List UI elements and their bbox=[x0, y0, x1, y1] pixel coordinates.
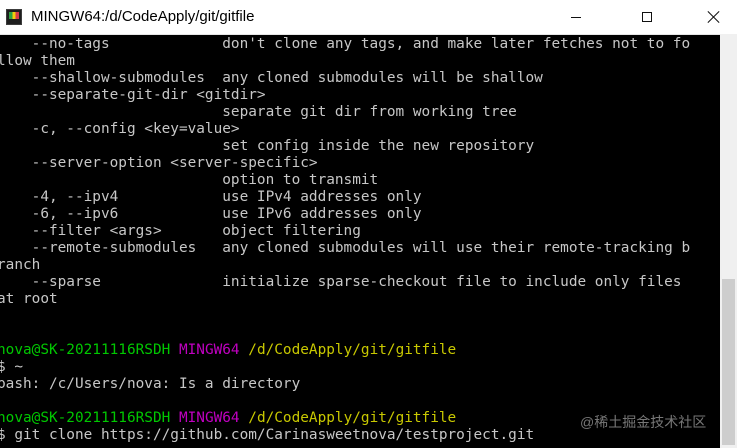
minimize-icon bbox=[571, 16, 581, 18]
prompt-path: /d/CodeApply/git/gitfile bbox=[248, 410, 457, 426]
terminal-line: option to transmit bbox=[0, 172, 379, 188]
vertical-scrollbar[interactable] bbox=[720, 34, 737, 448]
terminal-line: --shallow-submodules any cloned submodul… bbox=[0, 70, 543, 86]
close-icon bbox=[708, 11, 720, 23]
watermark: @稀土掘金技术社区 bbox=[580, 414, 707, 430]
close-button[interactable] bbox=[691, 0, 737, 34]
prompt-user-host: nova@SK-20211116RSDH bbox=[0, 342, 171, 358]
window-title: MINGW64:/d/CodeApply/git/gitfile bbox=[31, 8, 255, 25]
command-line: $ git clone https://github.com/Carinaswe… bbox=[0, 427, 535, 443]
terminal-line: separate git dir from working tree bbox=[0, 104, 517, 120]
terminal-line: --remote-submodules any cloned submodule… bbox=[0, 240, 691, 256]
terminal-output[interactable]: --no-tags don't clone any tags, and make… bbox=[0, 34, 720, 448]
prompt-line: nova@SK-20211116RSDH MINGW64 /d/CodeAppl… bbox=[0, 342, 456, 359]
error-output-line: bash: /c/Users/nova: Is a directory bbox=[0, 376, 301, 392]
terminal-line: llow them bbox=[0, 53, 75, 69]
prompt-system: MINGW64 bbox=[178, 410, 240, 426]
terminal-line: --separate-git-dir <gitdir> bbox=[0, 87, 266, 103]
terminal-line: -4, --ipv4 use IPv4 addresses only bbox=[0, 189, 422, 205]
terminal-line: --no-tags don't clone any tags, and make… bbox=[0, 36, 691, 52]
prompt-user-host: nova@SK-20211116RSDH bbox=[0, 410, 171, 426]
prompt-path: /d/CodeApply/git/gitfile bbox=[248, 342, 457, 358]
command-line: $ ~ bbox=[0, 359, 23, 375]
terminal-line: ranch bbox=[0, 257, 41, 273]
terminal-line: -c, --config <key=value> bbox=[0, 121, 240, 137]
prompt-line: nova@SK-20211116RSDH MINGW64 /d/CodeAppl… bbox=[0, 410, 456, 427]
minimize-button[interactable] bbox=[553, 0, 599, 34]
terminal-line: set config inside the new repository bbox=[0, 138, 535, 154]
scrollbar-thumb[interactable] bbox=[722, 279, 735, 445]
prompt-system: MINGW64 bbox=[178, 342, 240, 358]
maximize-button[interactable] bbox=[624, 0, 670, 34]
maximize-icon bbox=[642, 12, 652, 22]
terminal-line: --server-option <server-specific> bbox=[0, 155, 318, 171]
terminal-line: -6, --ipv6 use IPv6 addresses only bbox=[0, 206, 422, 222]
terminal-line: --sparse initialize sparse-checkout file… bbox=[0, 274, 682, 290]
terminal-line: at root bbox=[0, 291, 58, 307]
mingw-app-icon bbox=[6, 9, 22, 25]
terminal-line: --filter <args> object filtering bbox=[0, 223, 361, 239]
title-bar: MINGW64:/d/CodeApply/git/gitfile bbox=[0, 0, 737, 35]
